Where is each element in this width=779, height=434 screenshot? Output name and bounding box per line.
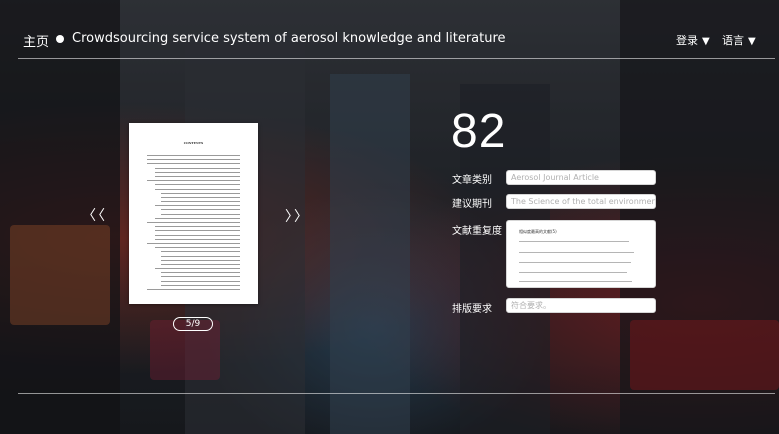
top-header: 主页 Crowdsourcing service system of aeros… bbox=[0, 0, 779, 58]
footer-divider bbox=[18, 393, 775, 394]
language-menu[interactable]: 语言 ▼ bbox=[722, 32, 756, 48]
login-label: 登录 bbox=[676, 34, 698, 47]
previous-page-button[interactable]: 〈〈 bbox=[82, 205, 107, 225]
next-page-button[interactable]: 〉〉 bbox=[285, 206, 310, 226]
document-page-preview[interactable]: CONTENTS bbox=[129, 123, 258, 304]
score-value: 82 bbox=[451, 105, 507, 158]
document-heading: CONTENTS bbox=[183, 141, 204, 145]
language-label: 语言 bbox=[722, 34, 744, 47]
background-overlay bbox=[0, 0, 779, 434]
list-item bbox=[519, 262, 631, 263]
header-divider bbox=[18, 58, 775, 59]
similar-literature-heading: 相似度最高的文献(5) bbox=[519, 229, 557, 234]
category-field[interactable]: Aerosol Journal Article bbox=[506, 170, 656, 185]
document-text-lines bbox=[147, 155, 240, 293]
list-item bbox=[519, 252, 634, 253]
bullet-dot-icon bbox=[56, 35, 64, 43]
login-menu[interactable]: 登录 ▼ bbox=[676, 32, 710, 48]
background-image bbox=[0, 0, 779, 434]
journal-label: 建议期刊 bbox=[452, 199, 492, 210]
similar-literature-box[interactable]: 相似度最高的文献(5) bbox=[506, 220, 656, 288]
layout-label: 排版要求 bbox=[452, 304, 492, 315]
similarity-label: 文献重复度 bbox=[452, 226, 502, 237]
site-title: Crowdsourcing service system of aerosol … bbox=[72, 31, 506, 46]
page-indicator: 5/9 bbox=[173, 317, 213, 331]
layout-field[interactable]: 符合要求。 bbox=[506, 298, 656, 313]
home-link[interactable]: 主页 bbox=[23, 31, 49, 50]
caret-down-icon: ▼ bbox=[748, 36, 756, 47]
caret-down-icon: ▼ bbox=[702, 36, 710, 47]
list-item bbox=[519, 241, 629, 242]
category-label: 文章类别 bbox=[452, 175, 492, 186]
list-item bbox=[519, 272, 627, 273]
journal-field[interactable]: The Science of the total environment bbox=[506, 194, 656, 209]
list-item bbox=[519, 281, 632, 282]
